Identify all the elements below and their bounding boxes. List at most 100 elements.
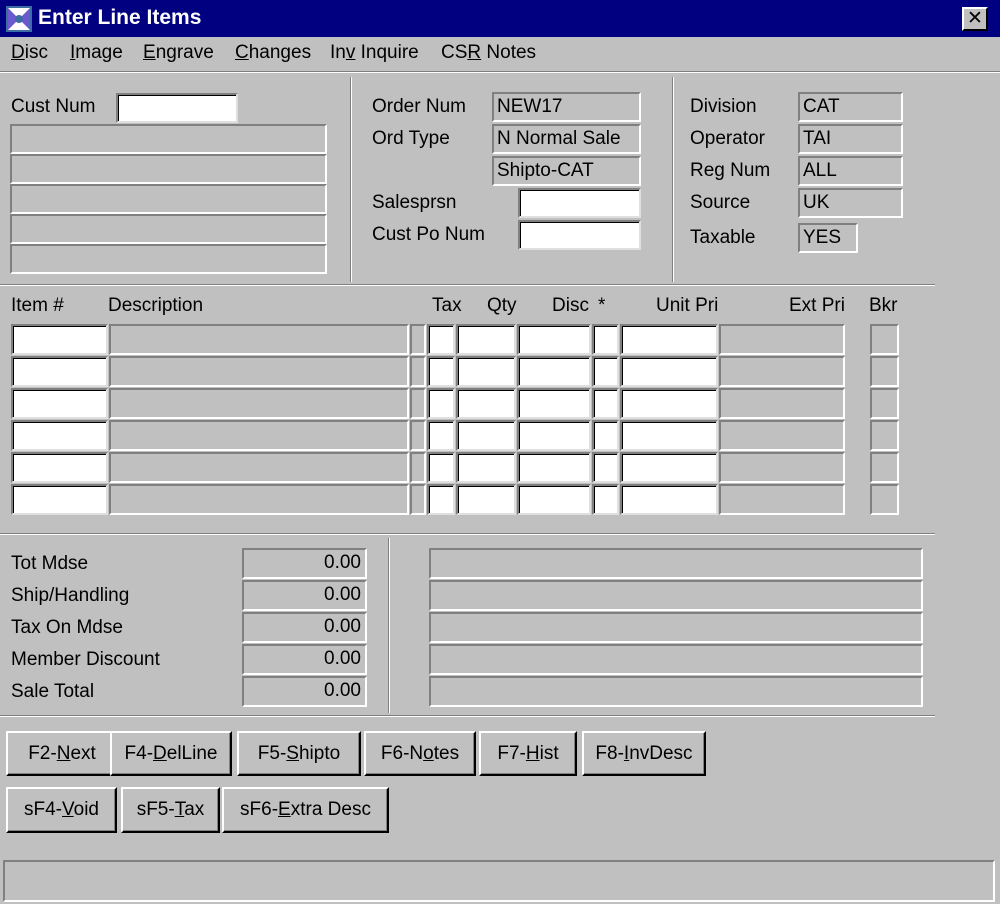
- row-spacer: [410, 324, 426, 355]
- label-prefix: F7-: [497, 743, 526, 764]
- menu-item[interactable]: CSR Notes: [441, 42, 536, 64]
- unit-price-input[interactable]: [620, 356, 718, 387]
- label-prefix: sF5-: [136, 799, 175, 820]
- menu-item[interactable]: Inv Inquire: [330, 42, 419, 64]
- cust-num-input[interactable]: [116, 93, 238, 123]
- disc-input[interactable]: [517, 452, 591, 483]
- item-num-input[interactable]: [11, 452, 108, 483]
- label-suffix: Inquire: [355, 42, 419, 63]
- message-line: [429, 676, 923, 707]
- star-input[interactable]: [592, 484, 619, 515]
- label-accelerator: R: [467, 42, 482, 63]
- source-label: Source: [690, 192, 751, 213]
- qty-input[interactable]: [456, 452, 516, 483]
- disc-input[interactable]: [517, 484, 591, 515]
- row-spacer: [410, 452, 426, 483]
- label-accelerator: H: [525, 743, 540, 764]
- tax-input[interactable]: [427, 356, 455, 387]
- salesprsn-input[interactable]: [518, 188, 641, 218]
- label-prefix: F2-: [28, 743, 57, 764]
- qty-input[interactable]: [456, 388, 516, 419]
- panel-divider: [350, 77, 352, 282]
- item-num-input[interactable]: [11, 388, 108, 419]
- tax-input[interactable]: [427, 452, 455, 483]
- star-input[interactable]: [592, 356, 619, 387]
- disc-input[interactable]: [517, 420, 591, 451]
- unit-price-input[interactable]: [620, 452, 718, 483]
- tax-input[interactable]: [427, 484, 455, 515]
- menu-item[interactable]: Changes: [235, 42, 311, 64]
- star-input[interactable]: [592, 388, 619, 419]
- label-suffix: ist: [539, 743, 559, 764]
- star-input[interactable]: [592, 452, 619, 483]
- unit-price-input[interactable]: [620, 324, 718, 355]
- function-button[interactable]: F5-Shipto: [237, 731, 361, 776]
- bkr-field: [870, 324, 899, 355]
- shipto-field: Shipto-CAT: [492, 156, 641, 186]
- ext-price-field: [719, 452, 845, 483]
- label-prefix: F5-: [257, 743, 287, 764]
- qty-input[interactable]: [456, 324, 516, 355]
- function-button[interactable]: sF4-Void: [6, 787, 117, 833]
- section-divider: [0, 284, 935, 286]
- item-num-input[interactable]: [11, 420, 108, 451]
- star-input[interactable]: [592, 420, 619, 451]
- close-button[interactable]: ✕: [962, 7, 988, 31]
- function-button[interactable]: F4-DelLine: [110, 731, 232, 776]
- menu-item[interactable]: Disc: [11, 42, 48, 64]
- unit-price-input[interactable]: [620, 388, 718, 419]
- label-prefix: F4-: [124, 743, 154, 764]
- status-bar: [3, 860, 995, 902]
- unit-price-input[interactable]: [620, 420, 718, 451]
- row-spacer: [410, 356, 426, 387]
- col-header-star: *: [598, 295, 606, 316]
- qty-input[interactable]: [456, 484, 516, 515]
- item-num-input[interactable]: [11, 324, 108, 355]
- label-accelerator: E: [278, 799, 291, 820]
- label-accelerator: o: [423, 743, 434, 764]
- disc-input[interactable]: [517, 324, 591, 355]
- bkr-field: [870, 388, 899, 419]
- qty-input[interactable]: [456, 420, 516, 451]
- menu-item[interactable]: Image: [70, 42, 123, 64]
- label-accelerator: E: [143, 42, 156, 63]
- cust-po-input[interactable]: [518, 220, 641, 250]
- window-title: Enter Line Items: [38, 6, 202, 29]
- qty-input[interactable]: [456, 356, 516, 387]
- item-num-input[interactable]: [11, 356, 108, 387]
- disc-input[interactable]: [517, 388, 591, 419]
- label-accelerator: S: [286, 743, 299, 764]
- function-button[interactable]: sF5-Tax: [121, 787, 220, 833]
- unit-price-input[interactable]: [620, 484, 718, 515]
- tax-input[interactable]: [427, 324, 455, 355]
- label-prefix: CS: [441, 42, 468, 63]
- label-prefix: F8-: [595, 743, 624, 764]
- order-num-field: NEW17: [492, 92, 641, 122]
- col-header-ext-price: Ext Pri: [789, 295, 845, 316]
- ext-price-field: [719, 420, 845, 451]
- close-icon: ✕: [967, 8, 983, 29]
- label-accelerator: V: [62, 799, 74, 820]
- cust-address-line: [10, 184, 327, 214]
- item-num-input[interactable]: [11, 484, 108, 515]
- star-input[interactable]: [592, 324, 619, 355]
- col-header-description: Description: [108, 295, 204, 316]
- function-button[interactable]: F8-InvDesc: [582, 731, 706, 776]
- menu-item[interactable]: Engrave: [143, 42, 214, 64]
- row-spacer: [410, 388, 426, 419]
- function-button[interactable]: sF6-Extra Desc: [222, 787, 389, 833]
- total-label: Tot Mdse: [11, 553, 89, 574]
- label-suffix: xtra Desc: [290, 799, 371, 820]
- function-button[interactable]: F2-Next: [6, 731, 118, 776]
- operator-field: TAI: [798, 124, 903, 154]
- tax-input[interactable]: [427, 420, 455, 451]
- label-suffix: elLine: [166, 743, 218, 764]
- disc-input[interactable]: [517, 356, 591, 387]
- description-field: [109, 356, 409, 387]
- description-field: [109, 420, 409, 451]
- label-suffix: Notes: [481, 42, 537, 63]
- function-button[interactable]: F6-Notes: [364, 731, 476, 776]
- tax-input[interactable]: [427, 388, 455, 419]
- function-button[interactable]: F7-Hist: [479, 731, 577, 776]
- row-spacer: [410, 484, 426, 515]
